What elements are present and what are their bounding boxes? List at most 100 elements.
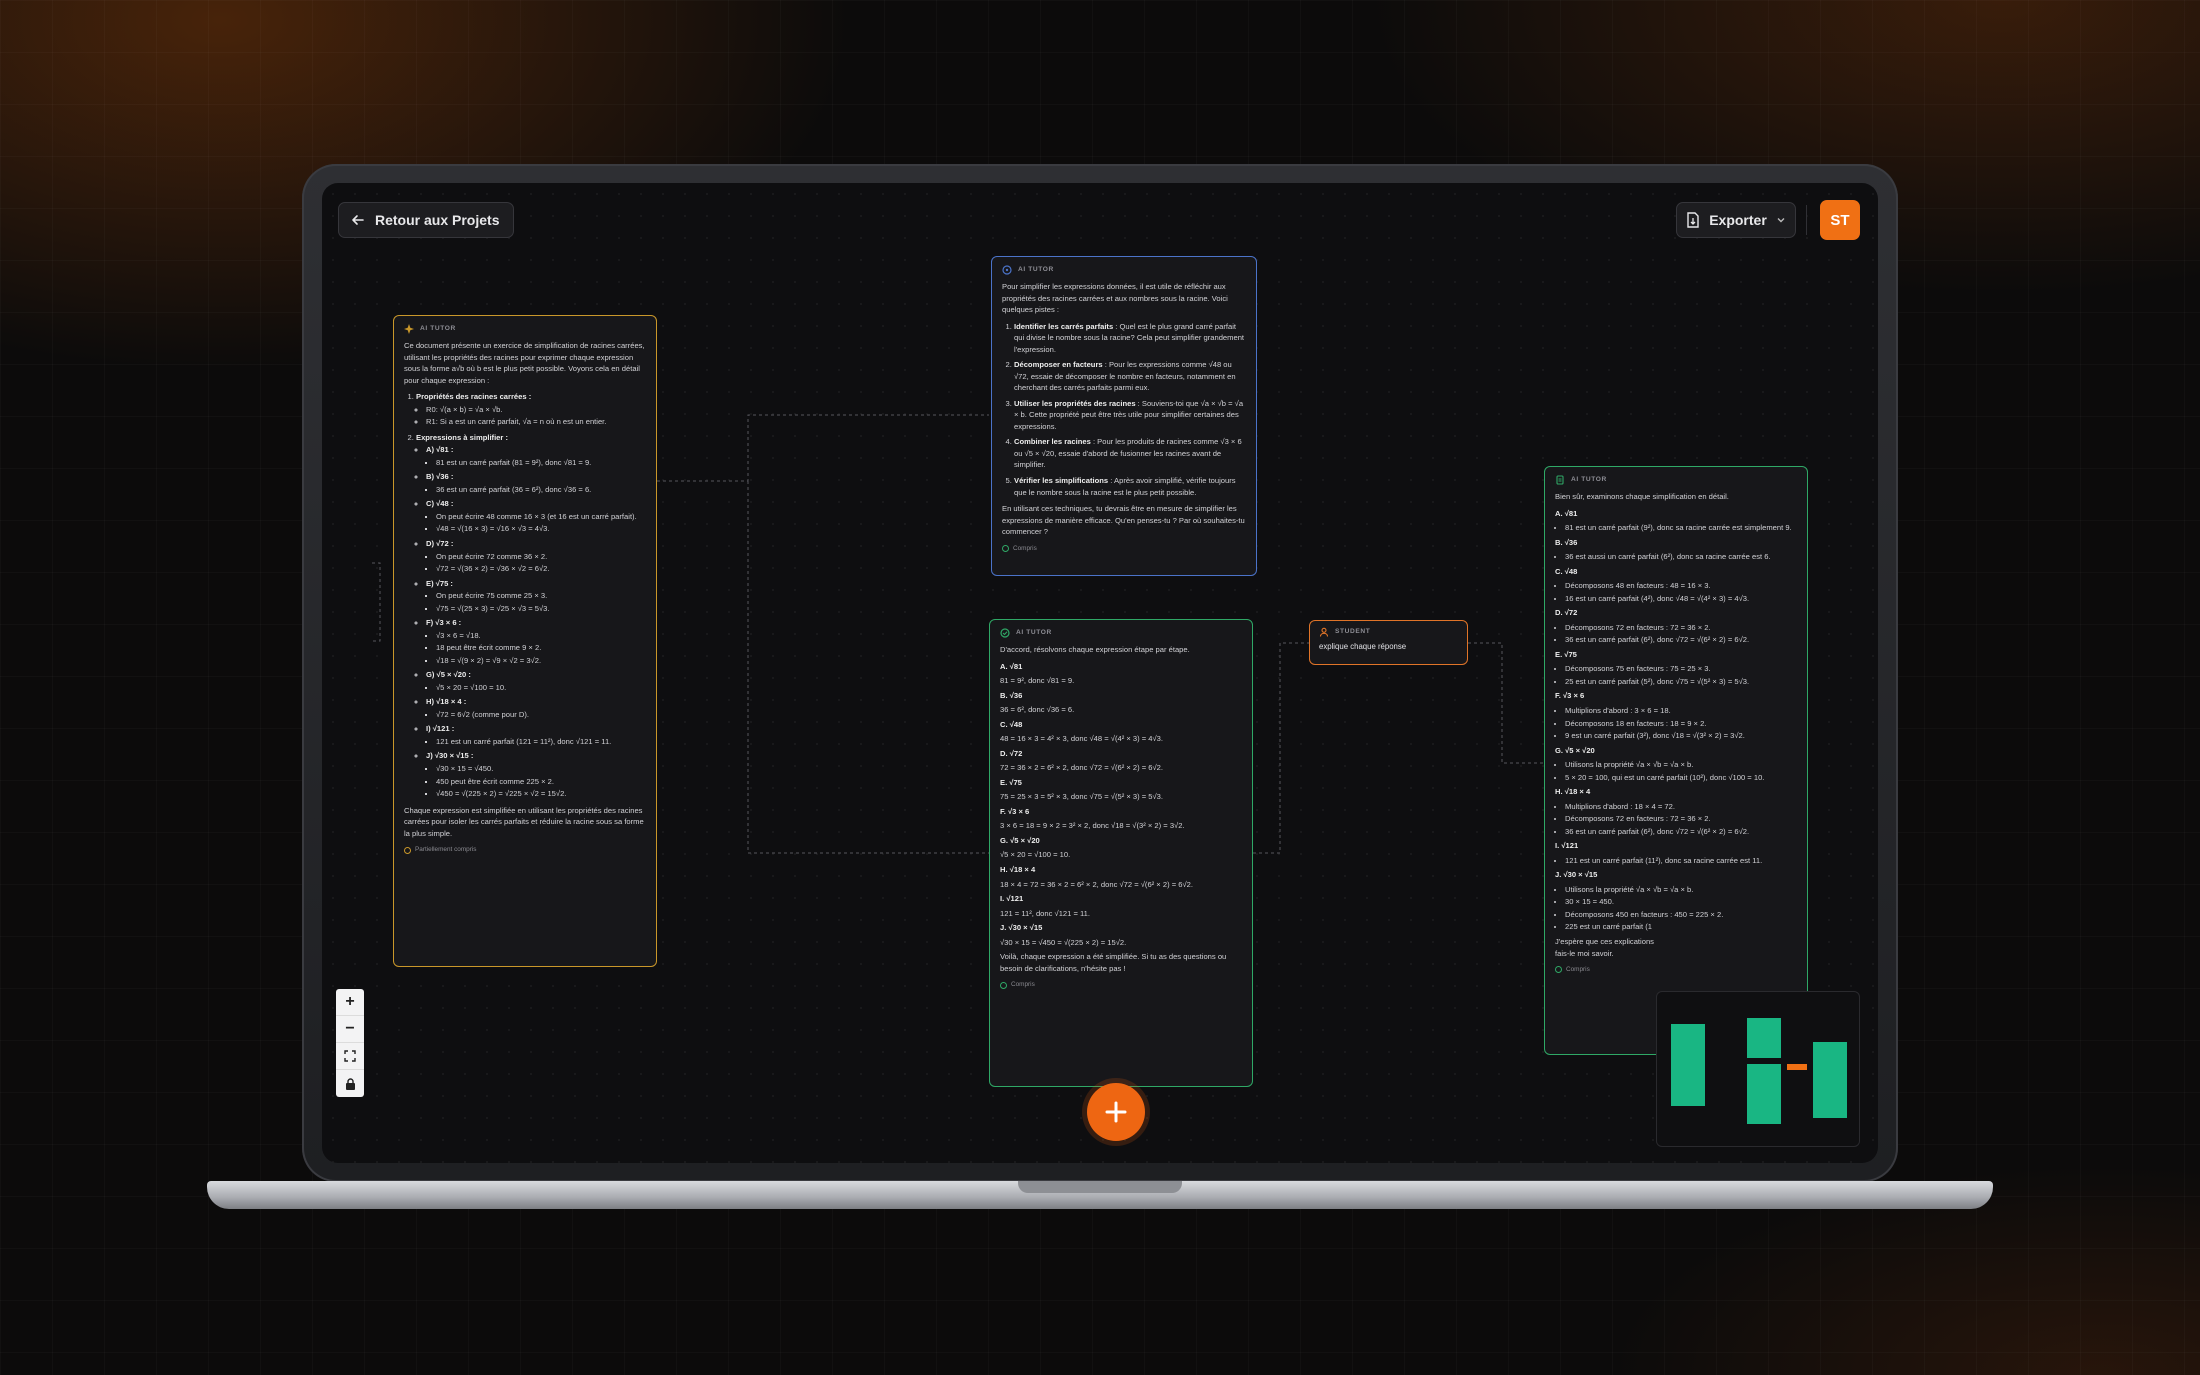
minimap-node [1747,1064,1781,1124]
list-item: √72 = 6√2 (comme pour D). [436,709,646,721]
lock-button[interactable] [336,1070,364,1097]
node-intro: Ce document présente un exercice de simp… [404,341,645,385]
minimap-node [1671,1024,1705,1106]
node-ai-tutor-hints[interactable]: AI TUTOR Pour simplifier les expressions… [991,256,1257,576]
toolbar-divider [1806,205,1807,235]
node-outro: J'espère que ces explications [1555,937,1654,947]
step-head: I. √121 [1000,894,1024,904]
expression-label: B) √36 : [426,472,454,482]
hint-title: Vérifier les simplifications [1014,475,1109,485]
node-student-message[interactable]: STUDENT explique chaque réponse [1309,620,1468,665]
minimap[interactable] [1656,991,1860,1147]
back-to-projects-button[interactable]: Retour aux Projets [338,202,515,238]
step-body: √30 × 15 = √450 = √(225 × 2) = 15√2. [1000,937,1127,947]
add-node-button[interactable] [1087,1083,1145,1141]
list-item: 30 × 15 = 450. [1565,896,1797,908]
step-head: F. √3 × 6 [1000,806,1030,816]
list-item: On peut écrire 48 comme 16 × 3 (et 16 es… [436,511,646,523]
sparkle-icon [404,324,414,334]
node-header: AI TUTOR [404,324,646,334]
list-item: 36 est aussi un carré parfait (6²), donc… [1565,551,1797,563]
hint-item: Vérifier les simplifications : Après avo… [1014,475,1246,498]
fit-view-button[interactable] [336,1043,364,1070]
node-label: AI TUTOR [1016,629,1052,636]
expression-steps: √30 × 15 = √450.450 peut être écrit comm… [426,763,646,800]
help-circle-icon [1002,265,1012,275]
block-lines: Utilisons la propriété √a × √b = √a × b.… [1555,884,1797,933]
step-body: 18 × 4 = 72 = 36 × 2 = 6² × 2, donc √72 … [1000,879,1193,889]
block-lines: Décomposons 48 en facteurs : 48 = 16 × 3… [1555,580,1797,604]
export-label: Exporter [1709,212,1767,228]
block-head: I. √121 [1555,841,1579,851]
expression-label: C) √48 : [426,499,454,509]
expression-steps: √5 × 20 = √100 = 10. [426,682,646,694]
node-ai-tutor-solutions[interactable]: AI TUTOR D'accord, résolvons chaque expr… [989,619,1253,1087]
list-item: Utilisons la propriété √a × √b = √a × b. [1565,884,1797,896]
block-head: H. √18 × 4 [1555,787,1591,797]
list-item: 450 peut être écrit comme 225 × 2. [436,776,646,788]
expression-steps: 81 est un carré parfait (81 = 9²), donc … [426,457,646,469]
status-label: Partiellement compris [415,846,477,854]
export-button[interactable]: Exporter [1676,202,1796,238]
list-item: 18 peut être écrit comme 9 × 2. [436,642,646,654]
node-label: STUDENT [1335,628,1371,635]
hint-item: Combiner les racines : Pour les produits… [1014,436,1246,471]
hint-item: Décomposer en facteurs : Pour les expres… [1014,359,1246,394]
expression-item: J) √30 × √15 : √30 × 15 = √450.450 peut ê… [426,750,646,799]
list-item: 121 est un carré parfait (121 = 11²), do… [436,736,646,748]
step-body: √5 × 20 = √100 = 10. [1000,850,1071,860]
section-title: Propriétés des racines carrées : [416,392,532,402]
edge-left-loop [372,562,381,642]
expression-item: H) √18 × 4 : √72 = 6√2 (comme pour D). [426,696,646,720]
list-item: 36 est un carré parfait (6²), donc √72 =… [1565,826,1797,838]
block-head: D. √72 [1555,608,1578,618]
fit-view-icon [344,1050,356,1062]
list-item: √450 = √(225 × 2) = √225 × √2 = 15√2. [436,788,646,800]
node-intro: Pour simplifier les expressions données,… [1002,282,1228,315]
expression-label: H) √18 × 4 : [426,697,467,707]
list-item: √18 = √(9 × 2) = √9 × √2 = 3√2. [436,655,646,667]
node-intro: Bien sûr, examinons chaque simplificatio… [1555,492,1729,502]
list-item: Multiplions d'abord : 18 × 4 = 72. [1565,801,1797,813]
zoom-out-button[interactable]: − [336,1016,364,1043]
hint-title: Combiner les racines [1014,437,1091,447]
block-head: J. √30 × √15 [1555,870,1598,880]
minimap-node [1813,1042,1847,1118]
step-head: A. √81 [1000,661,1023,671]
step-head: D. √72 [1000,748,1023,758]
node-conclusion: Chaque expression est simplifiée en util… [404,805,644,838]
block-lines: 121 est un carré parfait (11²), donc sa … [1555,855,1797,867]
expression-item: C) √48 : On peut écrire 48 comme 16 × 3 (… [426,498,646,535]
edge-card1-card2 [657,414,989,482]
status-circle-icon [1000,981,1007,989]
section-expressions: Expressions à simplifier : A) √81 : 81 es… [416,432,646,800]
minimap-node [1747,1018,1781,1058]
list-item: √48 = √(16 × 3) = √16 × √3 = 4√3. [436,523,646,535]
step-body: 81 = 9², donc √81 = 9. [1000,676,1075,686]
status-label: Compris [1013,544,1037,552]
node-header: STUDENT [1319,627,1458,637]
hint-title: Décomposer en facteurs [1014,360,1103,370]
list-item: Décomposons 450 en facteurs : 450 = 225 … [1565,909,1797,921]
node-status: Compris [1555,965,1797,975]
hint-title: Identifier les carrés parfaits [1014,321,1114,331]
solution-steps: A. √81 81 = 9², donc √81 = 9. B. √36 36 = 6… [1000,661,1242,949]
node-label: AI TUTOR [420,325,456,332]
block-lines: 81 est un carré parfait (9²), donc sa ra… [1555,522,1797,534]
hint-item: Identifier les carrés parfaits : Quel es… [1014,321,1246,356]
step-head: B. √36 [1000,690,1023,700]
status-label: Compris [1566,966,1590,974]
node-outro: Voilà, chaque expression a été simplifié… [1000,952,1227,973]
list-item: 81 est un carré parfait (81 = 9²), donc … [436,457,646,469]
list-item: On peut écrire 75 comme 25 × 3. [436,590,646,602]
expression-item: D) √72 : On peut écrire 72 comme 36 × 2.√… [426,538,646,575]
list-item: √30 × 15 = √450. [436,763,646,775]
node-ai-tutor-detailed[interactable]: AI TUTOR Bien sûr, examinons chaque simp… [1544,466,1808,1055]
node-ai-tutor-explanation[interactable]: AI TUTOR Ce document présente un exercic… [393,315,657,967]
check-circle-icon [1000,628,1010,638]
user-avatar[interactable]: ST [1820,200,1860,240]
node-outro-2: fais-le moi savoir. [1555,948,1614,958]
zoom-in-button[interactable]: + [336,989,364,1016]
plus-icon: + [345,993,355,1010]
expression-steps: √3 × 6 = √18.18 peut être écrit comme 9 … [426,630,646,667]
